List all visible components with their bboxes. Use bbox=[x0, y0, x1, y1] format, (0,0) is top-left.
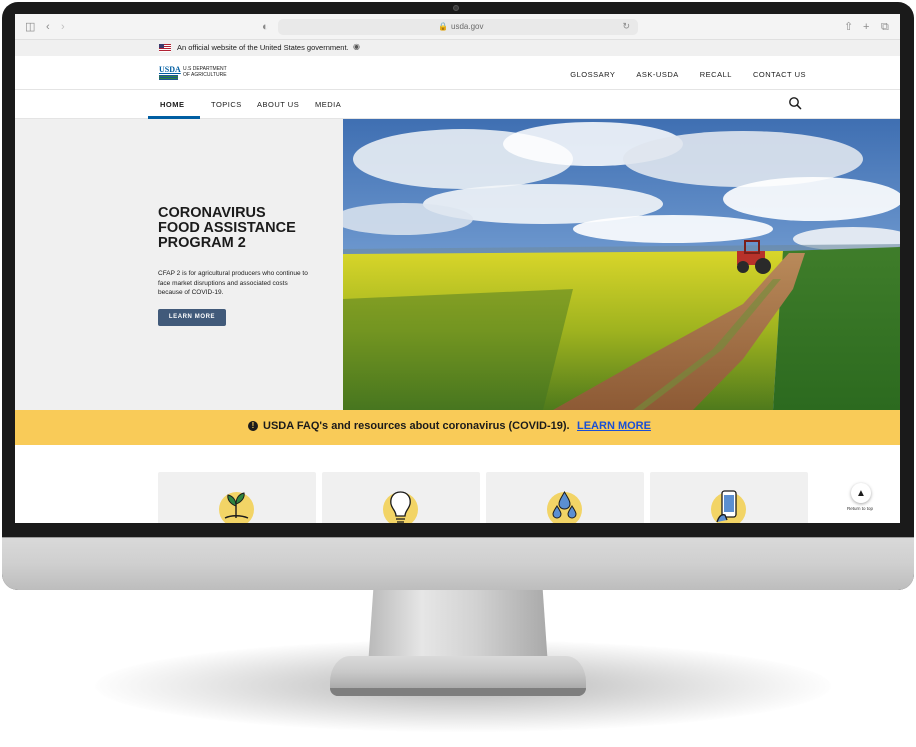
info-icon: ! bbox=[248, 421, 258, 431]
tab-home[interactable]: HOME bbox=[160, 100, 185, 109]
logo-department: U.S DEPARTMENT OF AGRICULTURE bbox=[183, 66, 263, 78]
back-icon[interactable]: ‹ bbox=[46, 20, 50, 34]
forward-icon[interactable]: › bbox=[61, 20, 65, 34]
water-drops-icon bbox=[552, 491, 577, 519]
lock-icon: 🔒 bbox=[438, 22, 448, 31]
alert-learn-more-link[interactable]: LEARN MORE bbox=[577, 420, 651, 432]
topic-card[interactable] bbox=[486, 472, 644, 523]
hero-title: CORONAVIRUS FOOD ASSISTANCE PROGRAM 2 bbox=[158, 205, 296, 251]
tabs-icon[interactable]: ⧉ bbox=[881, 20, 889, 34]
share-icon[interactable]: ⇧ bbox=[844, 20, 853, 34]
reload-icon[interactable]: ↻ bbox=[622, 21, 630, 32]
logo-abbr: USDA bbox=[159, 65, 181, 74]
topic-card[interactable] bbox=[650, 472, 808, 523]
hero-panel: CORONAVIRUS FOOD ASSISTANCE PROGRAM 2 CF… bbox=[15, 119, 343, 410]
seedling-hand-icon bbox=[224, 492, 249, 519]
new-tab-icon[interactable]: + bbox=[863, 20, 869, 34]
hero-learn-more-button[interactable]: LEARN MORE bbox=[158, 309, 226, 326]
screen: ◫ ‹ › ◐ 🔒 usda.gov ↻ ⇧ + ⧉ An official w… bbox=[15, 14, 900, 523]
privacy-icon[interactable]: ◐ bbox=[262, 20, 269, 34]
sidebar-icon[interactable]: ◫ bbox=[25, 20, 35, 34]
address-bar[interactable]: 🔒 usda.gov ↻ bbox=[278, 19, 638, 35]
mobile-phone-icon bbox=[716, 490, 737, 523]
expand-icon[interactable]: ◉ bbox=[353, 42, 360, 51]
alert-message: USDA FAQ's and resources about coronavir… bbox=[263, 420, 570, 432]
search-icon[interactable] bbox=[788, 96, 802, 110]
usda-logo[interactable]: USDA U.S DEPARTMENT OF AGRICULTURE bbox=[159, 65, 239, 83]
browser-toolbar: ◫ ‹ › ◐ 🔒 usda.gov ↻ ⇧ + ⧉ bbox=[15, 14, 900, 40]
nav-link-glossary[interactable]: GLOSSARY bbox=[570, 70, 615, 79]
url-text: usda.gov bbox=[451, 22, 484, 31]
return-to-top-button[interactable]: ▲ bbox=[851, 483, 871, 503]
monitor-stand-rim bbox=[330, 688, 586, 696]
monitor-scene: ◫ ‹ › ◐ 🔒 usda.gov ↻ ⇧ + ⧉ An official w… bbox=[0, 0, 916, 747]
logo-field-mark bbox=[159, 75, 178, 80]
monitor-stand-neck bbox=[368, 588, 548, 666]
camera-icon bbox=[453, 5, 459, 11]
site-header: USDA U.S DEPARTMENT OF AGRICULTURE GLOSS… bbox=[15, 56, 900, 90]
main-nav: HOME TOPICS ABOUT US MEDIA bbox=[15, 90, 900, 119]
chevron-up-icon: ▲ bbox=[856, 488, 866, 499]
gov-banner: An official website of the United States… bbox=[15, 40, 900, 56]
nav-link-ask-usda[interactable]: ASK-USDA bbox=[636, 70, 678, 79]
gov-banner-text: An official website of the United States… bbox=[177, 43, 349, 52]
topic-cards bbox=[15, 445, 900, 523]
tab-media[interactable]: MEDIA bbox=[315, 100, 341, 109]
logo-line-2: OF AGRICULTURE bbox=[183, 72, 227, 78]
covid-alert-banner: ! USDA FAQ's and resources about coronav… bbox=[15, 410, 900, 445]
hero-description: CFAP 2 is for agricultural producers who… bbox=[158, 270, 308, 296]
topic-card[interactable] bbox=[322, 472, 480, 523]
nav-link-contact-us[interactable]: CONTACT US bbox=[753, 70, 806, 79]
return-to-top-label: Return to top bbox=[847, 506, 874, 511]
tab-topics[interactable]: TOPICS bbox=[211, 100, 242, 109]
monitor-chin bbox=[2, 537, 914, 590]
lightbulb-icon bbox=[390, 491, 411, 523]
tab-about-us[interactable]: ABOUT US bbox=[257, 100, 299, 109]
utility-nav: GLOSSARY ASK-USDA RECALL CONTACT US bbox=[570, 70, 806, 79]
nav-link-recall[interactable]: RECALL bbox=[700, 70, 732, 79]
us-flag-icon bbox=[159, 44, 171, 52]
topic-card[interactable] bbox=[158, 472, 316, 523]
hero-image-farm-field bbox=[343, 119, 900, 410]
